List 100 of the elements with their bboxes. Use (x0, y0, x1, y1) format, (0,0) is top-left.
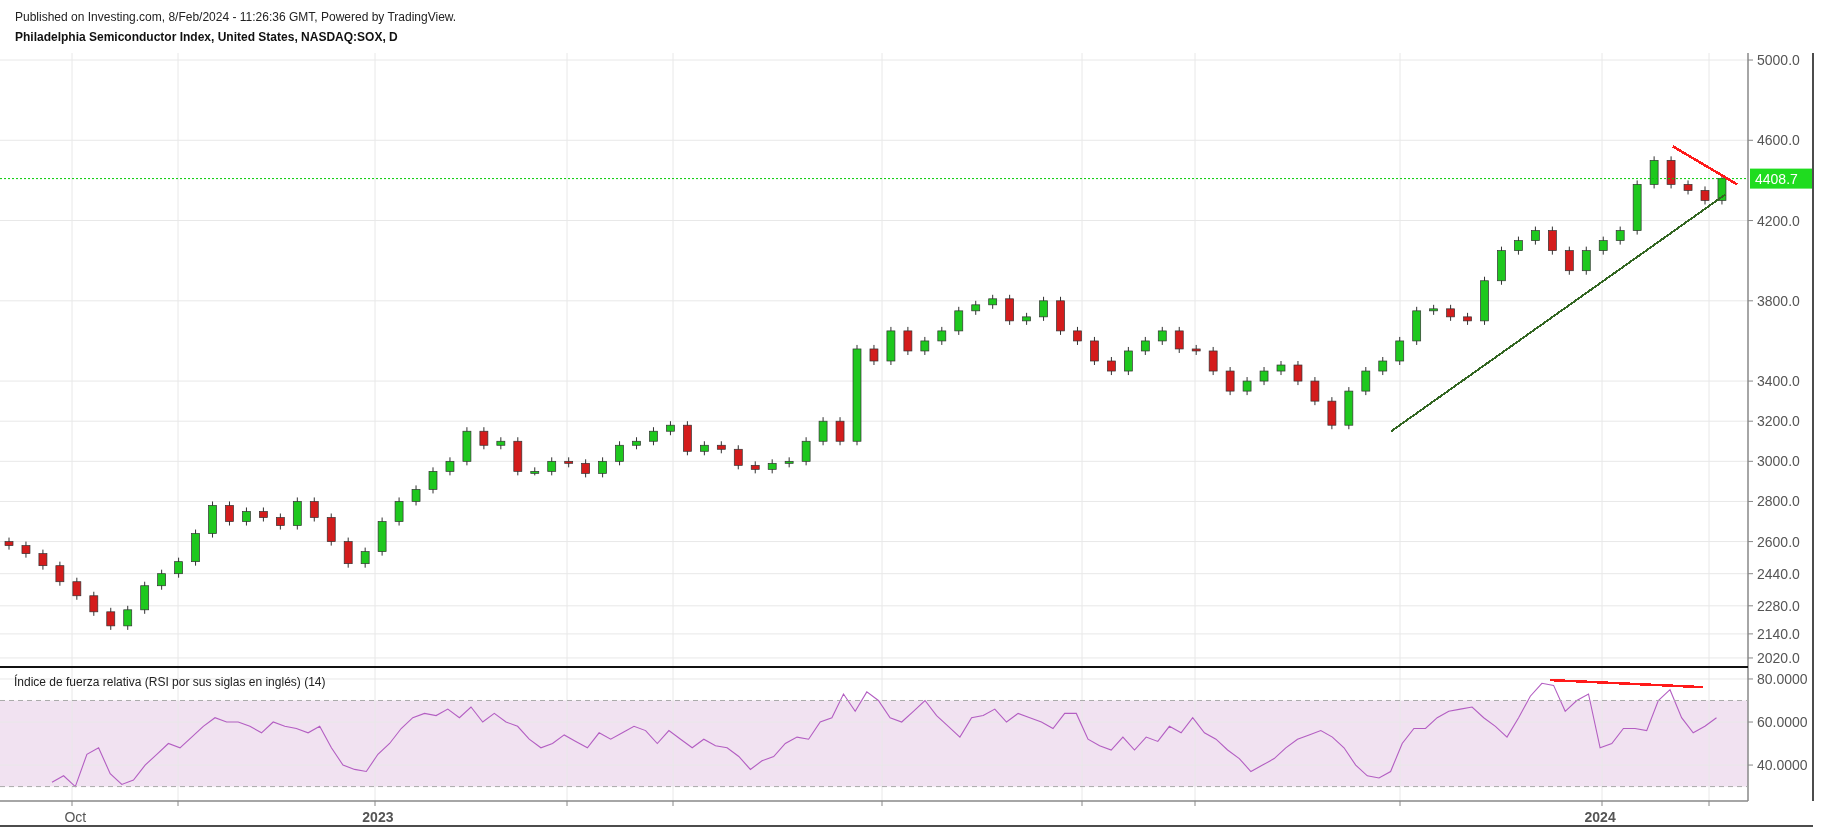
candlestick (309, 496, 319, 522)
candlestick (886, 326, 896, 366)
price-badge: 4408.7 (1750, 168, 1812, 189)
candlestick (733, 444, 743, 470)
candlestick (1107, 356, 1116, 376)
candlestick (1259, 366, 1269, 386)
axis-label: 2440.0 (1757, 565, 1800, 582)
candlestick (1683, 179, 1693, 195)
candlestick (462, 426, 472, 466)
candlestick (55, 561, 65, 587)
candlestick (1615, 226, 1625, 246)
candlestick (784, 456, 794, 468)
candlestick (140, 581, 150, 615)
candlestick (666, 420, 675, 436)
candlestick (208, 500, 217, 539)
candlestick (1344, 386, 1354, 430)
candlestick (1429, 304, 1438, 316)
candlestick (1581, 246, 1591, 276)
candlestick (683, 420, 692, 456)
candlestick (225, 500, 234, 527)
candlestick (445, 456, 455, 476)
candlestick (649, 426, 658, 446)
candlestick (530, 466, 540, 476)
candlestick (971, 300, 981, 316)
candlestick (564, 456, 574, 468)
candlestick (988, 294, 998, 310)
candlestick (615, 440, 624, 466)
axis-label: 3800.0 (1757, 292, 1800, 309)
candlestick (157, 569, 166, 591)
candlestick (1242, 376, 1252, 396)
candlestick (1666, 155, 1676, 189)
candlestick (428, 466, 438, 494)
candlestick (1497, 246, 1506, 286)
candlestick (1140, 336, 1150, 356)
candlestick (1564, 246, 1574, 276)
candlestick (1463, 312, 1472, 326)
candlestick (1293, 360, 1303, 386)
candlestick (937, 326, 947, 346)
candlestick (1225, 366, 1235, 396)
candlestick (1191, 344, 1201, 356)
candlestick (38, 549, 48, 571)
candlestick (1022, 312, 1031, 326)
candlestick (700, 440, 709, 456)
axis-label: 2600.0 (1757, 533, 1800, 550)
candlestick (1124, 346, 1133, 376)
candlestick (547, 456, 557, 476)
candlestick (1412, 306, 1422, 346)
axis-label: 5000.0 (1757, 53, 1800, 68)
candlestick (1378, 356, 1388, 376)
candlestick (72, 577, 82, 601)
axis-label: 3000.0 (1757, 453, 1800, 470)
candlestick (123, 605, 133, 631)
candlestick (343, 537, 353, 569)
candlestick (903, 326, 913, 356)
candlestick (513, 436, 523, 476)
candlestick (1514, 236, 1523, 256)
candlestick (106, 607, 116, 631)
candlestick (581, 458, 590, 478)
candlestick (360, 547, 370, 569)
candlestick (174, 557, 183, 579)
candlestick (1548, 226, 1557, 256)
candlestick (1598, 236, 1608, 256)
candlestick (394, 496, 404, 527)
candlestick (1700, 185, 1710, 205)
axis-label: 40.0000 (1757, 757, 1808, 774)
published-note: Published on Investing.com, 8/Feb/2024 - 11:26:36 GMT, Powered by TradingView. (15, 9, 458, 24)
candlestick (598, 456, 607, 478)
axis-label: 2020.0 (1757, 649, 1800, 666)
candlestick (1310, 376, 1320, 406)
candlestick (1446, 304, 1455, 322)
candlestick (479, 426, 489, 450)
axis-label: 3400.0 (1757, 373, 1800, 390)
candlestick (1395, 336, 1405, 366)
candlestick (801, 436, 811, 466)
axis-label: 2800.0 (1757, 493, 1800, 510)
candlestick (411, 484, 421, 506)
axis-label: 80.0000 (1757, 671, 1808, 687)
axis-label: 4200.0 (1757, 212, 1800, 229)
candlestick (716, 440, 726, 454)
candlestick (89, 591, 99, 617)
candlestick (1649, 155, 1659, 189)
candlestick (1090, 336, 1099, 366)
candlestick (1327, 396, 1337, 430)
candlestick (767, 458, 777, 474)
candlestick (496, 436, 506, 450)
candlestick (1361, 366, 1371, 396)
candlestick (1208, 346, 1218, 376)
candlestick (1480, 276, 1489, 326)
axis-label: 3200.0 (1757, 413, 1800, 430)
candlestick (954, 306, 964, 336)
candlestick (1005, 294, 1014, 326)
candlestick (835, 416, 845, 446)
candlestick (750, 460, 760, 474)
candlestick (326, 513, 336, 547)
candlestick (4, 537, 14, 551)
candlestick (1174, 326, 1184, 354)
candlestick (377, 517, 387, 557)
candlestick (292, 496, 302, 531)
axis-label: 60.0000 (1757, 714, 1808, 730)
candlestick (21, 541, 31, 559)
